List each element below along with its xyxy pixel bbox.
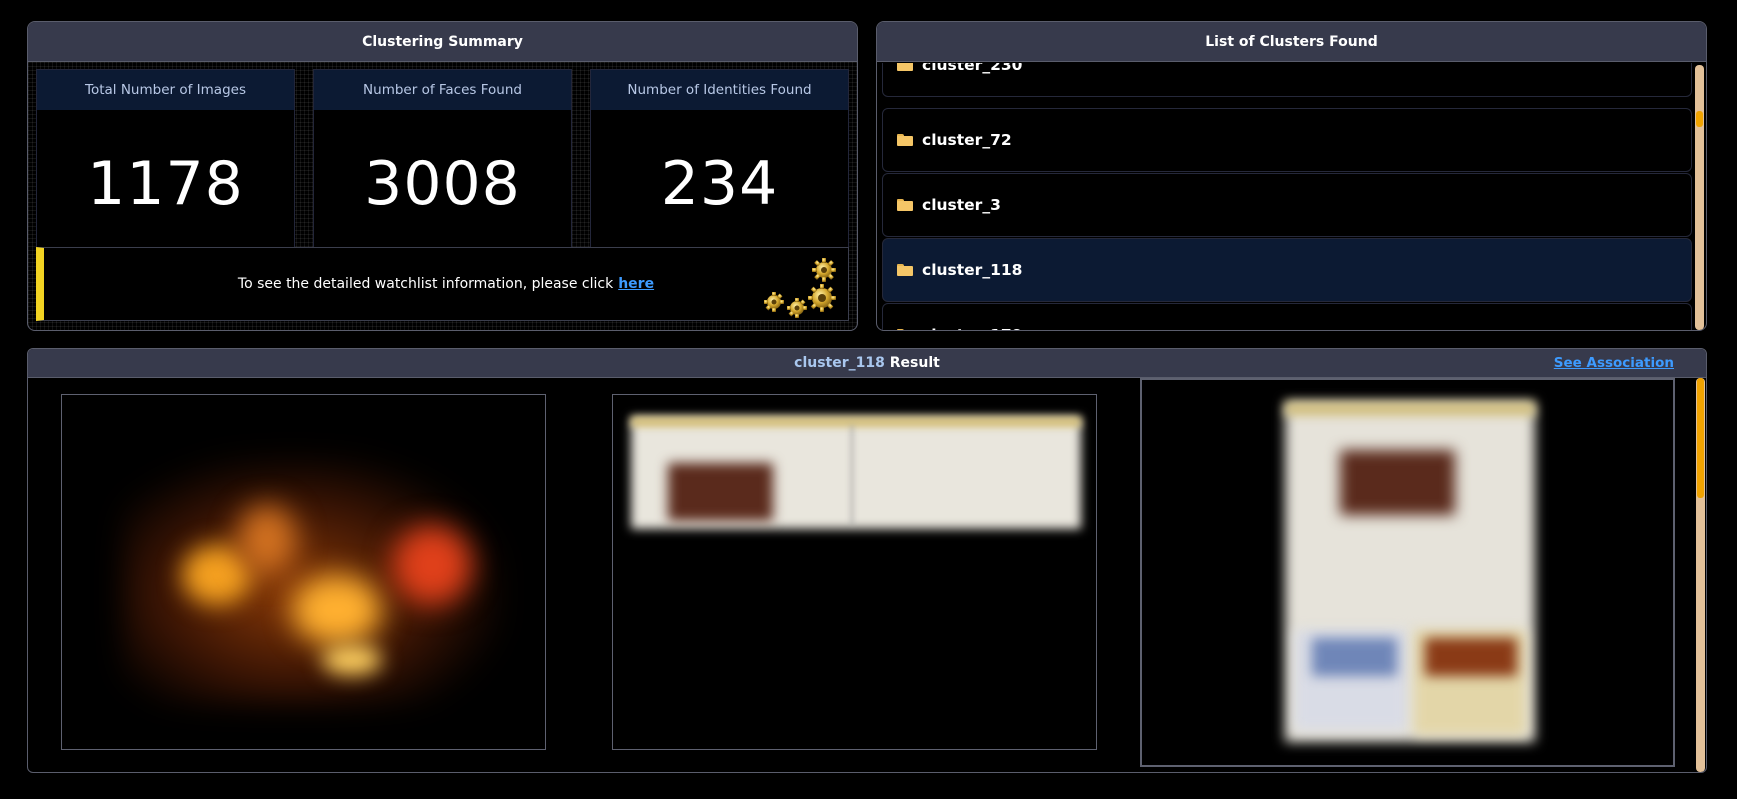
- cluster-label: cluster_72: [922, 131, 1012, 149]
- stat-value: 3008: [364, 149, 521, 219]
- newspaper-photo: [668, 463, 773, 521]
- cluster-list-scrollbar[interactable]: [1695, 65, 1704, 330]
- cluster-list-panel: List of Clusters Found cluster_230 clust…: [876, 21, 1707, 331]
- see-association-link[interactable]: See Association: [1554, 355, 1674, 371]
- folder-icon: [897, 264, 913, 276]
- cluster-label: cluster_230: [922, 63, 1023, 74]
- scrollbar-thumb[interactable]: [1696, 111, 1703, 127]
- result-header: cluster_118 Result See Association: [28, 349, 1706, 378]
- newspaper-photo-blue-inner: [1312, 638, 1397, 676]
- result-cluster-name: cluster_118: [794, 355, 885, 371]
- stat-label: Number of Identities Found: [591, 70, 848, 110]
- result-image-3[interactable]: [1140, 378, 1675, 767]
- cluster-list[interactable]: cluster_230 cluster_72 cluster_3 cluster…: [877, 63, 1706, 330]
- gears-icon: [764, 258, 836, 318]
- clustering-summary-panel: Clustering Summary Total Number of Image…: [27, 21, 858, 331]
- result-title-suffix: Result: [889, 355, 940, 371]
- stat-faces-found: Number of Faces Found 3008: [313, 69, 572, 259]
- list-item-cluster[interactable]: cluster_3: [882, 173, 1692, 237]
- clustering-summary-title: Clustering Summary: [28, 22, 857, 62]
- stat-label: Total Number of Images: [37, 70, 294, 110]
- cluster-label: cluster_3: [922, 196, 1001, 214]
- stats-row: Total Number of Images 1178 Number of Fa…: [36, 69, 849, 259]
- folder-icon: [897, 199, 913, 211]
- list-item-cluster-selected[interactable]: cluster_118: [882, 238, 1692, 302]
- result-image-1[interactable]: [61, 394, 546, 750]
- fire-spot: [392, 525, 472, 605]
- fire-spot: [292, 575, 382, 645]
- newspaper-banner: [631, 417, 1081, 427]
- cluster-label: cluster_179: [922, 326, 1022, 330]
- cluster-label: cluster_118: [922, 261, 1023, 279]
- scrollbar-thumb[interactable]: [1697, 378, 1704, 498]
- newspaper-photo: [1340, 450, 1455, 515]
- list-item-cluster[interactable]: cluster_72: [882, 108, 1692, 172]
- watchlist-link[interactable]: here: [618, 276, 654, 292]
- result-scrollbar[interactable]: [1696, 378, 1705, 772]
- result-image-2[interactable]: [612, 394, 1097, 750]
- folder-icon: [897, 134, 913, 146]
- list-item-cluster[interactable]: cluster_230: [882, 63, 1692, 97]
- stat-value: 234: [660, 149, 779, 219]
- fire-spot: [322, 645, 382, 675]
- newspaper-banner: [1285, 402, 1535, 416]
- cluster-list-title: List of Clusters Found: [877, 22, 1706, 62]
- result-title: cluster_118 Result: [794, 355, 940, 371]
- folder-icon: [897, 329, 913, 330]
- fire-spot: [237, 505, 297, 575]
- watchlist-text: To see the detailed watchlist informatio…: [237, 276, 614, 292]
- newspaper-fold: [851, 425, 853, 525]
- stat-label: Number of Faces Found: [314, 70, 571, 110]
- stat-total-images: Total Number of Images 1178: [36, 69, 295, 259]
- newspaper-photo-red: [1425, 638, 1517, 676]
- stat-value: 1178: [87, 149, 244, 219]
- folder-icon: [897, 63, 913, 71]
- cluster-result-panel: cluster_118 Result See Association: [27, 348, 1707, 773]
- stat-identities-found: Number of Identities Found 234: [590, 69, 849, 259]
- list-item-cluster[interactable]: cluster_179: [882, 303, 1692, 330]
- watchlist-notice: To see the detailed watchlist informatio…: [36, 247, 849, 321]
